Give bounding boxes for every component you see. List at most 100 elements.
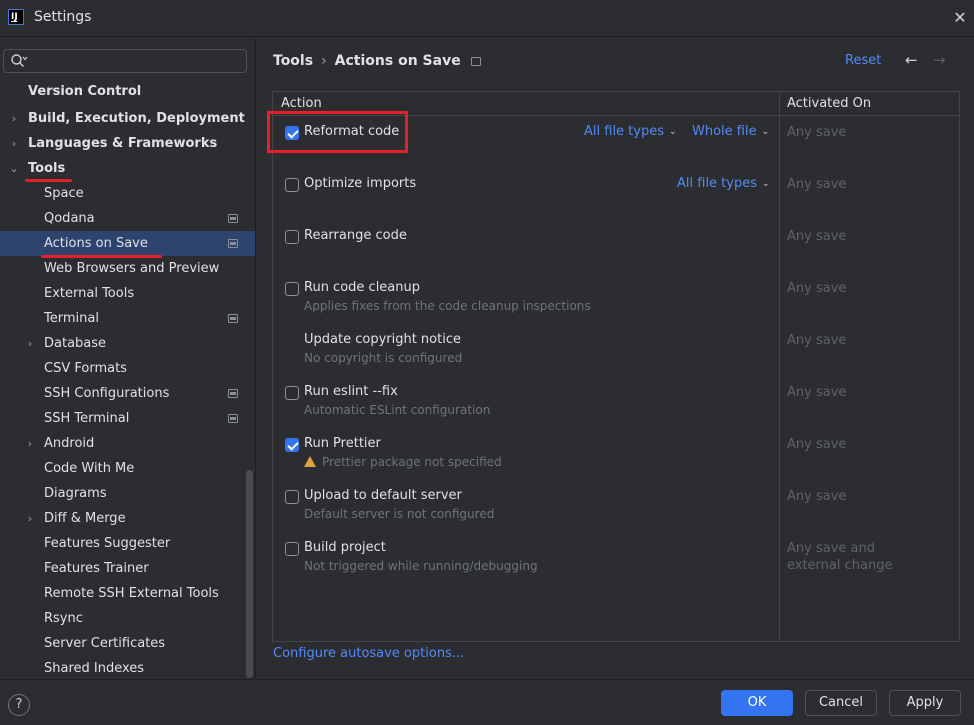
sidebar-item-rsync[interactable]: Rsync	[0, 606, 255, 631]
chevron-right-icon[interactable]: ›	[24, 506, 36, 531]
content-header: Tools › Actions on Save Reset ← →	[257, 38, 974, 86]
run-eslint-checkbox[interactable]	[285, 386, 299, 400]
sidebar-item-external-tools[interactable]: External Tools	[0, 281, 255, 306]
sidebar-item-build-execution-deployment[interactable]: › Build, Execution, Deployment	[0, 106, 255, 131]
table-row-build-project[interactable]: Build project Not triggered while runnin…	[273, 533, 959, 585]
project-settings-icon	[228, 414, 238, 423]
sidebar-item-diff-merge[interactable]: › Diff & Merge	[0, 506, 255, 531]
sidebar-item-actions-on-save[interactable]: Actions on Save	[0, 231, 255, 256]
scope-dropdown[interactable]: Whole file ⌄	[692, 124, 769, 139]
activated-on: Any save	[787, 333, 847, 348]
run-code-cleanup-checkbox[interactable]	[285, 282, 299, 296]
table-row-run-code-cleanup[interactable]: Run code cleanup Applies fixes from the …	[273, 273, 959, 325]
sidebar-item-label: Languages & Frameworks	[28, 136, 218, 151]
warning-text: Prettier package not specified	[322, 455, 502, 469]
chevron-right-icon[interactable]: ›	[24, 431, 36, 456]
sidebar-item-label: CSV Formats	[44, 361, 127, 376]
sidebar-item-label: SSH Configurations	[44, 386, 170, 401]
sidebar-item-space[interactable]: Space	[0, 181, 255, 206]
activated-on: Any save	[787, 437, 847, 452]
chevron-right-icon[interactable]: ›	[8, 131, 20, 156]
project-settings-icon	[228, 389, 238, 398]
search-input[interactable]	[3, 49, 247, 73]
chevron-down-icon[interactable]: ⌄	[8, 156, 20, 181]
sidebar-item-label: Web Browsers and Preview	[44, 261, 220, 276]
ok-button[interactable]: OK	[721, 690, 793, 716]
row-title: Upload to default server	[304, 488, 462, 503]
activated-on: Any save	[787, 385, 847, 400]
sidebar-item-label: Version Control	[28, 84, 142, 99]
sidebar-item-remote-ssh-external-tools[interactable]: Remote SSH External Tools	[0, 581, 255, 606]
sidebar-item-label: Server Certificates	[44, 636, 166, 651]
project-settings-icon	[228, 239, 238, 248]
sidebar-item-ssh-terminal[interactable]: SSH Terminal	[0, 406, 255, 431]
sidebar-item-label: External Tools	[44, 286, 135, 301]
sidebar-item-code-with-me[interactable]: Code With Me	[0, 456, 255, 481]
sidebar-item-tools[interactable]: ⌄ Tools	[0, 156, 255, 181]
breadcrumb-current: Actions on Save	[334, 53, 461, 69]
sidebar-item-label: Rsync	[44, 611, 83, 626]
activated-on: Any save and external change	[787, 540, 892, 574]
column-header-action: Action	[281, 96, 322, 111]
intellij-app-icon: IJ	[8, 9, 24, 25]
upload-default-server-checkbox[interactable]	[285, 490, 299, 504]
row-title: Update copyright notice	[304, 332, 461, 347]
sidebar-item-label: Shared Indexes	[44, 661, 145, 676]
forward-arrow-icon[interactable]: →	[933, 51, 946, 69]
file-types-dropdown[interactable]: All file types ⌄	[677, 176, 770, 191]
activated-on: Any save	[787, 229, 847, 244]
sidebar-item-label: Tools	[28, 161, 66, 176]
table-row-optimize-imports[interactable]: Optimize imports All file types ⌄ Any sav…	[273, 169, 959, 221]
activated-on: Any save	[787, 177, 847, 192]
reset-link[interactable]: Reset	[845, 53, 881, 68]
run-prettier-checkbox[interactable]	[285, 438, 299, 452]
configure-autosave-link[interactable]: Configure autosave options...	[273, 646, 464, 661]
row-description: Prettier package not specified	[304, 455, 502, 469]
sidebar-item-database[interactable]: › Database	[0, 331, 255, 356]
sidebar-item-qodana[interactable]: Qodana	[0, 206, 255, 231]
close-icon[interactable]: ✕	[950, 8, 970, 28]
sidebar-item-server-certificates[interactable]: Server Certificates	[0, 631, 255, 656]
breadcrumb-parent[interactable]: Tools	[273, 53, 313, 69]
help-button[interactable]: ?	[8, 694, 30, 716]
sidebar-item-diagrams[interactable]: Diagrams	[0, 481, 255, 506]
sidebar-item-features-trainer[interactable]: Features Trainer	[0, 556, 255, 581]
sidebar-item-terminal[interactable]: Terminal	[0, 306, 255, 331]
sidebar-item-ssh-configurations[interactable]: SSH Configurations	[0, 381, 255, 406]
dropdown-value: All file types	[584, 124, 664, 139]
table-row-update-copyright: Update copyright notice No copyright is …	[273, 325, 959, 377]
row-title: Run eslint --fix	[304, 384, 398, 399]
table-row-run-eslint[interactable]: Run eslint --fix Automatic ESLint config…	[273, 377, 959, 429]
sidebar-item-csv-formats[interactable]: CSV Formats	[0, 356, 255, 381]
project-settings-icon	[470, 56, 481, 66]
sidebar-item-features-suggester[interactable]: Features Suggester	[0, 531, 255, 556]
sidebar-item-languages-frameworks[interactable]: › Languages & Frameworks	[0, 131, 255, 156]
project-settings-icon	[228, 314, 238, 323]
sidebar-item-label: Android	[44, 436, 95, 451]
rearrange-code-checkbox[interactable]	[285, 230, 299, 244]
build-project-checkbox[interactable]	[285, 542, 299, 556]
breadcrumb: Tools › Actions on Save	[273, 53, 481, 69]
sidebar-item-shared-indexes[interactable]: Shared Indexes	[0, 656, 255, 681]
sidebar-scrollbar[interactable]	[246, 470, 253, 678]
table-row-run-prettier[interactable]: Run Prettier Prettier package not specif…	[273, 429, 959, 481]
chevron-right-icon[interactable]: ›	[24, 331, 36, 356]
table-row-upload-default-server[interactable]: Upload to default server Default server …	[273, 481, 959, 533]
table-row-rearrange-code[interactable]: Rearrange code Any save	[273, 221, 959, 273]
apply-button[interactable]: Apply	[889, 690, 961, 716]
chevron-right-icon[interactable]: ›	[8, 106, 20, 131]
sidebar-item-version-control[interactable]: Version Control	[0, 79, 255, 104]
sidebar-item-label: Qodana	[44, 211, 95, 226]
sidebar-item-label: Space	[44, 186, 84, 201]
column-header-activated-on: Activated On	[787, 96, 872, 111]
row-title: Optimize imports	[304, 176, 417, 191]
sidebar-item-android[interactable]: › Android	[0, 431, 255, 456]
sidebar-item-web-browsers[interactable]: Web Browsers and Preview	[0, 256, 255, 281]
activated-on: Any save	[787, 489, 847, 504]
file-types-dropdown[interactable]: All file types ⌄	[584, 124, 677, 139]
row-description: Default server is not configured	[304, 507, 495, 521]
cancel-button[interactable]: Cancel	[805, 690, 877, 716]
sidebar-item-label: Code With Me	[44, 461, 135, 476]
optimize-imports-checkbox[interactable]	[285, 178, 299, 192]
back-arrow-icon[interactable]: ←	[905, 51, 918, 69]
